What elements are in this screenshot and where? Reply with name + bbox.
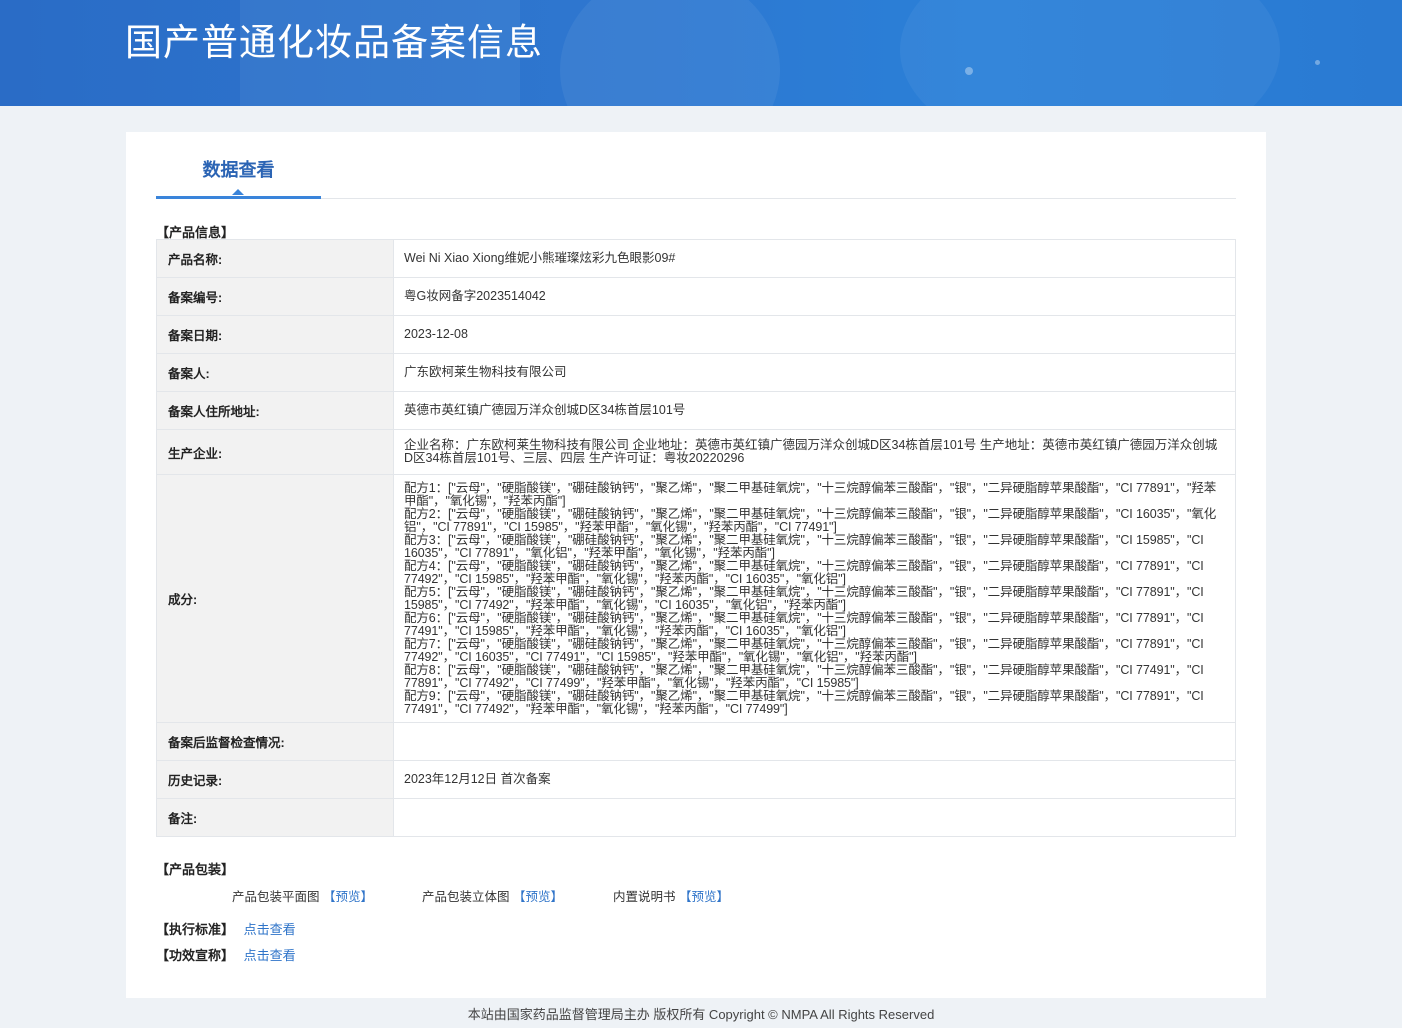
banner-dot <box>1315 60 1320 65</box>
row-label: 备案日期: <box>156 315 394 354</box>
footer-copyright: 本站由国家药品监督管理局主办 版权所有 Copyright © NMPA All… <box>467 1007 935 1022</box>
standard-view-link[interactable]: 点击查看 <box>244 922 296 937</box>
section-title-packaging: 【产品包装】 <box>156 862 235 877</box>
section-title-efficacy: 【功效宣称】 点击查看 <box>156 945 296 964</box>
product-info-table: 产品名称: Wei Ni Xiao Xiong维妮小熊璀璨炫彩九色眼影09# 备… <box>156 239 1236 837</box>
filing-date-value: 2023-12-08 <box>393 315 1236 354</box>
table-row: 成分: 配方1：["云母"，"硬脂酸镁"，"硼硅酸钠钙"，"聚乙烯"，"聚二甲基… <box>156 474 1236 723</box>
table-row: 备案人: 广东欧柯莱生物科技有限公司 <box>156 353 1236 392</box>
filer-value: 广东欧柯莱生物科技有限公司 <box>393 353 1236 392</box>
ingredients-value: 配方1：["云母"，"硬脂酸镁"，"硼硅酸钠钙"，"聚乙烯"，"聚二甲基硅氧烷"… <box>393 474 1236 723</box>
content-card: 数据查看 【产品信息】 产品名称: Wei Ni Xiao Xiong维妮小熊璀… <box>126 132 1266 998</box>
remarks-value <box>393 798 1236 837</box>
packaging-stereo-preview-link[interactable]: 【预览】 <box>513 890 563 904</box>
row-label: 备案人: <box>156 353 394 392</box>
packaging-stereo: 产品包装立体图 【预览】 <box>422 886 563 905</box>
manufacturer-value: 企业名称：广东欧柯莱生物科技有限公司 企业地址：英德市英红镇广德园万洋众创城D区… <box>393 429 1236 475</box>
filing-number-value: 粤G妆网备字2023514042 <box>393 277 1236 316</box>
row-label: 备案编号: <box>156 277 394 316</box>
row-label: 备注: <box>156 798 394 837</box>
inspection-value <box>393 722 1236 761</box>
header-banner: 国产普通化妆品备案信息 <box>0 0 1402 106</box>
packaging-manual-label: 内置说明书 <box>613 890 676 904</box>
efficacy-view-link[interactable]: 点击查看 <box>244 948 296 963</box>
banner-dot <box>965 67 973 75</box>
table-row: 备案日期: 2023-12-08 <box>156 315 1236 354</box>
row-label: 成分: <box>156 474 394 723</box>
table-row: 备案后监督检查情况: <box>156 722 1236 761</box>
row-label: 备案后监督检查情况: <box>156 722 394 761</box>
tab-active-caret <box>232 189 244 195</box>
table-row: 历史记录: 2023年12月12日 首次备案 <box>156 760 1236 799</box>
packaging-flat-label: 产品包装平面图 <box>232 890 320 904</box>
table-row: 备案编号: 粤G妆网备字2023514042 <box>156 277 1236 316</box>
history-value: 2023年12月12日 首次备案 <box>393 760 1236 799</box>
row-label: 产品名称: <box>156 239 394 278</box>
table-row: 产品名称: Wei Ni Xiao Xiong维妮小熊璀璨炫彩九色眼影09# <box>156 239 1236 278</box>
standard-label: 【执行标准】 <box>156 922 235 937</box>
row-label: 备案人住所地址: <box>156 391 394 430</box>
packaging-stereo-label: 产品包装立体图 <box>422 890 510 904</box>
packaging-manual: 内置说明书 【预览】 <box>613 886 729 905</box>
filer-address-value: 英德市英红镇广德园万洋众创城D区34栋首层101号 <box>393 391 1236 430</box>
packaging-flat: 产品包装平面图 【预览】 <box>232 886 373 905</box>
page-title: 国产普通化妆品备案信息 <box>125 22 543 63</box>
table-row: 备注: <box>156 798 1236 837</box>
banner-decoration <box>560 0 780 106</box>
table-row: 生产企业: 企业名称：广东欧柯莱生物科技有限公司 企业地址：英德市英红镇广德园万… <box>156 429 1236 475</box>
row-label: 生产企业: <box>156 429 394 475</box>
packaging-flat-preview-link[interactable]: 【预览】 <box>323 890 373 904</box>
efficacy-label: 【功效宣称】 <box>156 948 235 963</box>
section-title-standard: 【执行标准】 点击查看 <box>156 919 296 938</box>
banner-decoration <box>900 0 1280 106</box>
product-name-value: Wei Ni Xiao Xiong维妮小熊璀璨炫彩九色眼影09# <box>393 239 1236 278</box>
table-row: 备案人住所地址: 英德市英红镇广德园万洋众创城D区34栋首层101号 <box>156 391 1236 430</box>
tab-bar: 数据查看 <box>156 132 1236 199</box>
row-label: 历史记录: <box>156 760 394 799</box>
packaging-manual-preview-link[interactable]: 【预览】 <box>679 890 729 904</box>
